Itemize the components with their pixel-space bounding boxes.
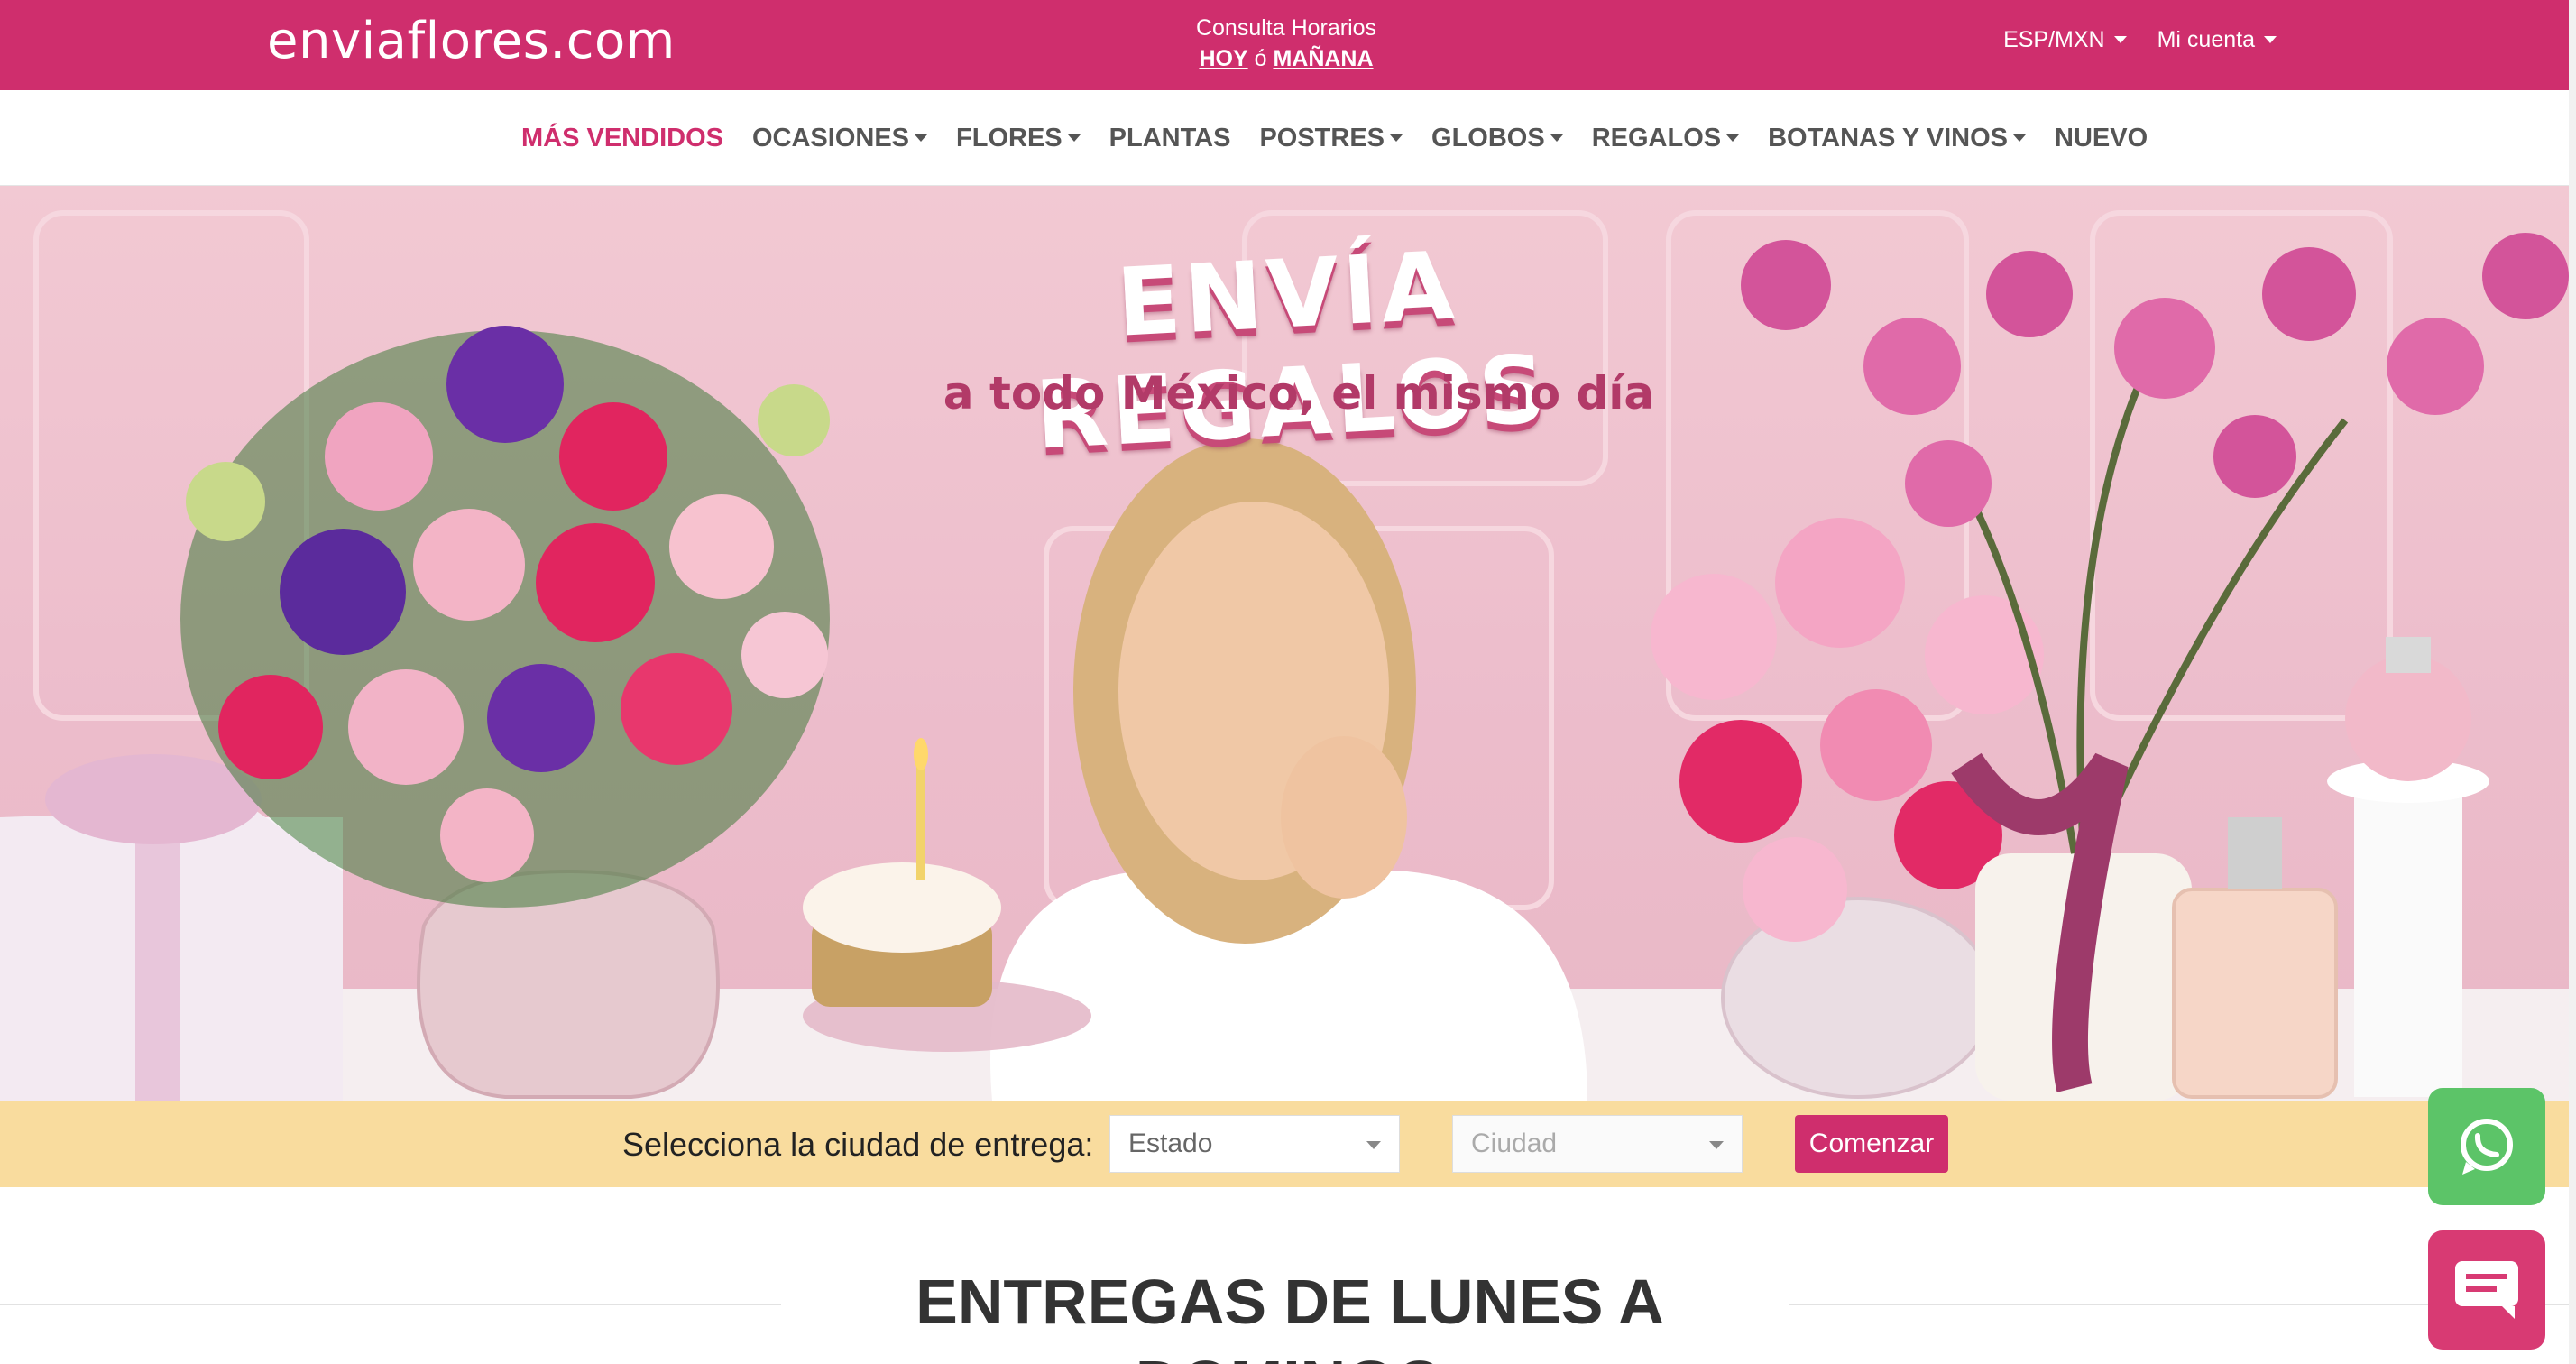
top-bar: enviaflores.com Consulta Horarios HOY ó … <box>0 0 2576 90</box>
page-scrollbar[interactable] <box>2569 0 2576 1364</box>
account-dropdown[interactable]: Mi cuenta <box>2157 27 2277 53</box>
start-button[interactable]: Comenzar <box>1795 1115 1948 1173</box>
hero-subheadline: a todo México, el mismo día <box>943 367 1655 419</box>
nav-item-nuevo[interactable]: NUEVO <box>2055 124 2148 153</box>
glass-vase <box>417 869 720 1099</box>
schedule-tomorrow-link[interactable]: MAÑANA <box>1273 46 1373 71</box>
whatsapp-button[interactable] <box>2428 1088 2545 1205</box>
section-title: ENTREGAS DE LUNES A DOMINGO <box>915 1267 1664 1364</box>
nav-item-ocasiones[interactable]: OCASIONES <box>752 124 927 153</box>
language-currency-dropdown[interactable]: ESP/MXN <box>2003 27 2127 53</box>
nav-item-flores[interactable]: FLORES <box>956 124 1081 153</box>
nav-item-botanas-y-vinos[interactable]: BOTANAS Y VINOS <box>1768 124 2026 153</box>
schedule-info: Consulta Horarios HOY ó MAÑANA <box>1136 13 1436 74</box>
site-logo[interactable]: enviaflores.com <box>267 9 676 74</box>
hero-headline: ENVÍA REGALOS <box>942 222 1638 474</box>
divider-left <box>0 1304 781 1305</box>
schedule-links: HOY ó MAÑANA <box>1136 43 1436 74</box>
chevron-down-icon <box>1366 1141 1381 1149</box>
schedule-or-text: ó <box>1254 46 1267 71</box>
nav-item-postres[interactable]: POSTRES <box>1259 124 1403 153</box>
selector-label: Selecciona la ciudad de entrega: <box>622 1126 1094 1163</box>
nav-item-plantas[interactable]: PLANTAS <box>1109 124 1231 153</box>
main-navigation: MÁS VENDIDOS OCASIONES FLORES PLANTAS POSTRE… <box>0 90 2576 186</box>
nav-item-globos[interactable]: GLOBOS <box>1431 124 1563 153</box>
delivery-city-selector: Selecciona la ciudad de entrega: Estado … <box>0 1101 2576 1187</box>
hero-headline-text: ENVÍA REGALOS <box>1032 230 1553 471</box>
schedule-title: Consulta Horarios <box>1195 15 1377 41</box>
nav-item-mas-vendidos[interactable]: MÁS VENDIDOS <box>521 124 723 153</box>
woman-figure <box>990 438 1587 1101</box>
schedule-today-link[interactable]: HOY <box>1199 46 1247 71</box>
perfume-bottles <box>2172 637 2489 1099</box>
city-select[interactable]: Ciudad <box>1452 1115 1743 1173</box>
section-heading: ENTREGAS DE LUNES A DOMINGO <box>0 1254 2576 1364</box>
nav-list: MÁS VENDIDOS OCASIONES FLORES PLANTAS POSTRE… <box>521 90 2148 186</box>
hero-banner[interactable]: ENVÍA REGALOS a todo México, el mismo dí… <box>0 186 2576 1101</box>
flower-bouquet <box>180 326 830 908</box>
city-select-value: Ciudad <box>1471 1129 1558 1158</box>
chat-icon <box>2455 1261 2518 1319</box>
chat-button[interactable] <box>2428 1230 2545 1350</box>
state-select-value: Estado <box>1128 1129 1213 1158</box>
top-right-menu: ESP/MXN Mi cuenta <box>2003 27 2277 53</box>
chevron-down-icon <box>1709 1141 1724 1149</box>
whatsapp-icon <box>2461 1119 2513 1175</box>
state-select[interactable]: Estado <box>1109 1115 1400 1173</box>
nav-item-regalos[interactable]: REGALOS <box>1592 124 1739 153</box>
